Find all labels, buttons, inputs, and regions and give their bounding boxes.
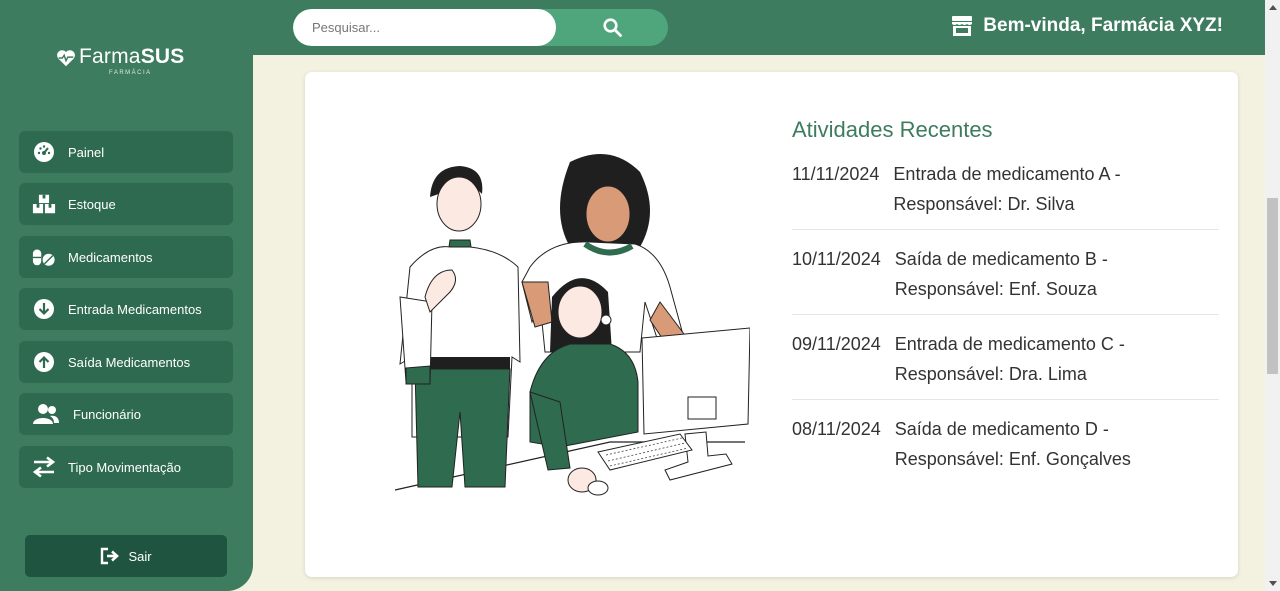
activity-date: 11/11/2024: [792, 164, 880, 184]
sidebar-item-painel[interactable]: Painel: [19, 131, 233, 173]
activity-date: 09/11/2024: [792, 334, 881, 354]
sidebar-item-tipo-movimentacao[interactable]: Tipo Movimentação: [19, 446, 233, 488]
sign-out-icon: [101, 547, 120, 565]
activity-item: 08/11/2024 Saída de medicamento D - Resp…: [792, 400, 1219, 484]
sidebar-item-saida-medicamentos[interactable]: Saída Medicamentos: [19, 341, 233, 383]
activity-date: 10/11/2024: [792, 249, 881, 269]
welcome-text: Bem-vinda, Farmácia XYZ!: [983, 15, 1223, 36]
sidebar-item-funcionario[interactable]: Funcionário: [19, 393, 233, 435]
brand-name-bold: SUS: [140, 45, 185, 68]
search-input[interactable]: [293, 9, 556, 46]
sidebar-item-label: Estoque: [68, 196, 116, 212]
recent-activities-title: Atividades Recentes: [792, 117, 993, 142]
brand-logo[interactable]: FarmaSUS: [55, 46, 184, 69]
activity-text: Entrada de medicamento C - Responsável: …: [894, 334, 1125, 384]
scroll-down-arrow-icon[interactable]: [1265, 576, 1280, 591]
top-bar: Bem-vinda, Farmácia XYZ!: [253, 0, 1265, 55]
sidebar-item-label: Entrada Medicamentos: [68, 301, 202, 317]
exchange-icon: [32, 455, 56, 479]
activity-date: 08/11/2024: [792, 419, 881, 439]
search-button[interactable]: [556, 9, 668, 46]
sidebar-item-label: Saída Medicamentos: [68, 354, 191, 370]
scroll-up-arrow-icon[interactable]: [1265, 0, 1280, 15]
dashboard-icon: [32, 140, 56, 164]
sidebar: FarmaSUS FARMÁCIA Painel Estoque Medicam…: [0, 0, 253, 591]
sidebar-item-entrada-medicamentos[interactable]: Entrada Medicamentos: [19, 288, 233, 330]
brand-name-light: Farma: [79, 45, 141, 68]
sidebar-item-medicamentos[interactable]: Medicamentos: [19, 236, 233, 278]
activity-text: Saída de medicamento D - Responsável: En…: [894, 419, 1131, 469]
logout-label: Sair: [128, 548, 152, 564]
activity-item: 11/11/2024 Entrada de medicamento A - Re…: [792, 157, 1219, 230]
welcome-message: Bem-vinda, Farmácia XYZ!: [951, 15, 1223, 37]
activity-item: 10/11/2024 Saída de medicamento B - Resp…: [792, 230, 1219, 315]
activity-item: 09/11/2024 Entrada de medicamento C - Re…: [792, 315, 1219, 400]
boxes-icon: [32, 192, 56, 216]
heart-pulse-icon: [57, 50, 75, 67]
sidebar-item-label: Medicamentos: [68, 249, 153, 265]
activity-text: Entrada de medicamento A - Responsável: …: [893, 164, 1121, 214]
search-bar: [293, 9, 668, 46]
sidebar-item-label: Painel: [68, 144, 105, 160]
store-icon: [952, 16, 973, 36]
search-icon: [602, 18, 622, 37]
users-icon: [32, 402, 60, 426]
scrollbar-thumb[interactable]: [1267, 198, 1278, 374]
arrow-circle-down-icon: [32, 297, 56, 321]
brand-subtitle: FARMÁCIA: [109, 70, 152, 76]
activity-text: Saída de medicamento B - Responsável: En…: [894, 249, 1108, 299]
recent-activities: Atividades Recentes 11/11/2024 Entrada d…: [792, 117, 1219, 484]
dashboard-card: Atividades Recentes 11/11/2024 Entrada d…: [305, 72, 1238, 577]
sidebar-item-label: Tipo Movimentação: [68, 459, 181, 475]
page-scrollbar[interactable]: [1265, 0, 1280, 591]
pills-icon: [32, 245, 56, 269]
arrow-circle-up-icon: [32, 350, 56, 374]
team-illustration: [394, 154, 750, 496]
sidebar-item-label: Funcionário: [73, 406, 141, 422]
sidebar-item-estoque[interactable]: Estoque: [19, 183, 233, 225]
logout-button[interactable]: Sair: [25, 535, 227, 577]
